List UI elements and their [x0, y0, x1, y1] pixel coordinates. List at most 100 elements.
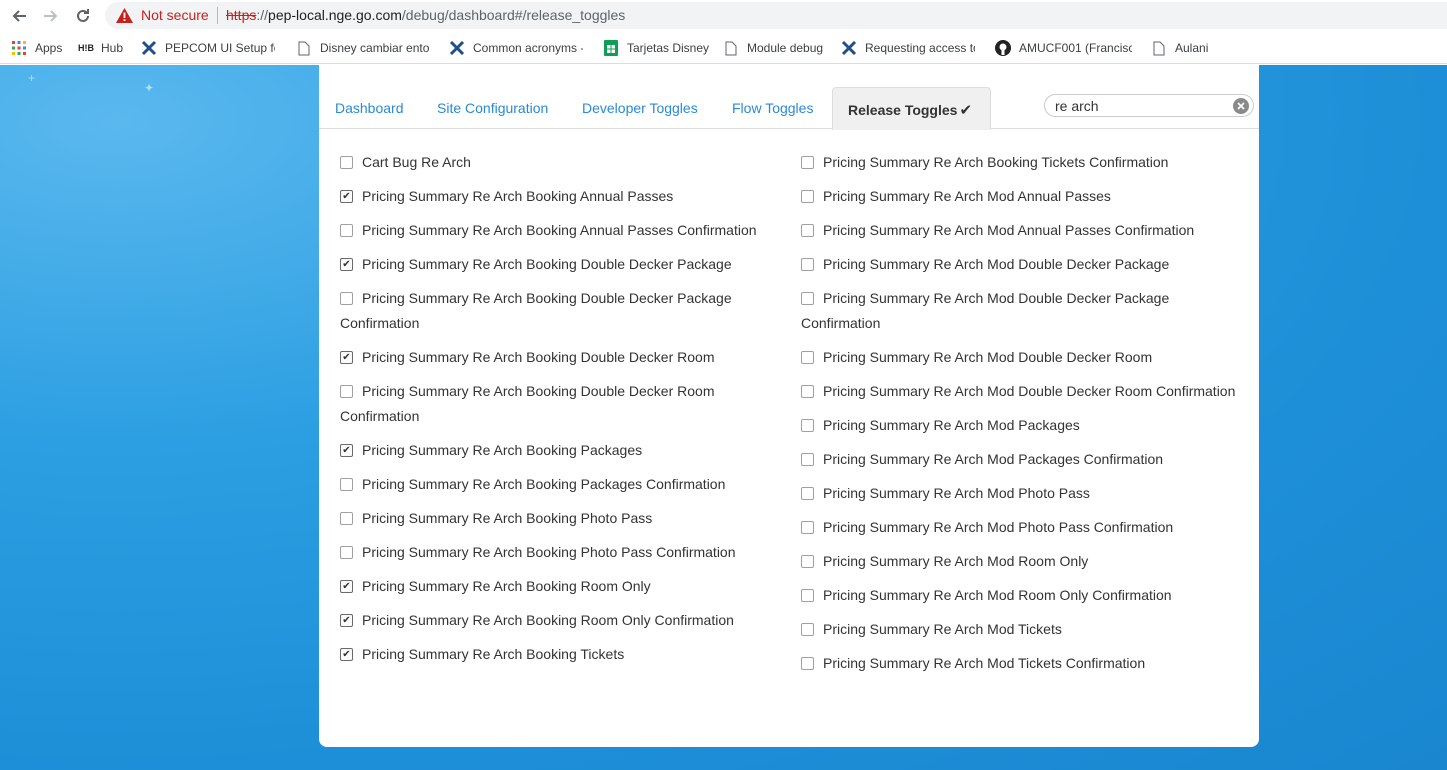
browser-toolbar: Not secure https://pep-local.nge.go.com/…: [0, 0, 1447, 33]
toggle-item[interactable]: Pricing Summary Re Arch Mod Tickets: [801, 617, 1241, 642]
toggle-checkbox[interactable]: [801, 156, 814, 169]
toggle-checkbox[interactable]: [801, 190, 814, 203]
toggle-item[interactable]: Pricing Summary Re Arch Mod Double Decke…: [801, 345, 1241, 370]
toggle-item[interactable]: Pricing Summary Re Arch Booking Packages: [340, 438, 780, 463]
page-background: + ✦ Dashboard Site Configuration Develop…: [0, 65, 1447, 770]
bookmark-amucf001[interactable]: AMUCF001 (Francisc: [995, 39, 1132, 57]
toggle-item[interactable]: Pricing Summary Re Arch Mod Annual Passe…: [801, 184, 1241, 209]
tab-release-toggles[interactable]: Release Toggles ✔: [832, 87, 991, 130]
bookmark-common-acronyms[interactable]: Common acronyms -: [449, 39, 583, 57]
toggle-checkbox[interactable]: [801, 589, 814, 602]
tab-dashboard[interactable]: Dashboard: [335, 100, 404, 116]
toggle-checkbox[interactable]: [801, 657, 814, 670]
not-secure-label[interactable]: Not secure: [141, 7, 209, 23]
toggle-item[interactable]: Pricing Summary Re Arch Mod Double Decke…: [801, 252, 1241, 277]
toggle-label: Pricing Summary Re Arch Booking Annual P…: [362, 222, 757, 238]
toggle-label: Cart Bug Re Arch: [362, 154, 471, 170]
toggle-label: Pricing Summary Re Arch Mod Packages: [823, 417, 1080, 433]
toggle-checkbox[interactable]: [801, 351, 814, 364]
toggle-item[interactable]: Pricing Summary Re Arch Mod Photo Pass: [801, 481, 1241, 506]
tab-flow-toggles[interactable]: Flow Toggles: [732, 100, 813, 116]
toggle-checkbox[interactable]: [340, 614, 353, 627]
toggle-label: Pricing Summary Re Arch Mod Tickets Conf…: [823, 655, 1146, 671]
toggle-item[interactable]: Pricing Summary Re Arch Booking Photo Pa…: [340, 540, 780, 565]
address-bar[interactable]: Not secure https://pep-local.nge.go.com/…: [105, 2, 1447, 29]
toggle-checkbox[interactable]: [340, 546, 353, 559]
confluence-icon: [841, 40, 857, 56]
toggle-item[interactable]: Pricing Summary Re Arch Mod Room Only Co…: [801, 583, 1241, 608]
bookmark-disney-cambiar[interactable]: Disney cambiar ento: [296, 39, 430, 57]
toggle-label: Pricing Summary Re Arch Booking Tickets: [362, 646, 625, 662]
toggle-checkbox[interactable]: [340, 580, 353, 593]
toggle-checkbox[interactable]: [801, 258, 814, 271]
toggle-item[interactable]: Pricing Summary Re Arch Booking Photo Pa…: [340, 506, 780, 531]
page-icon: [1151, 40, 1167, 56]
toggle-item[interactable]: Pricing Summary Re Arch Mod Tickets Conf…: [801, 651, 1241, 676]
toggle-checkbox[interactable]: [801, 623, 814, 636]
toggle-item[interactable]: Pricing Summary Re Arch Booking Double D…: [340, 252, 780, 277]
toggle-checkbox[interactable]: [340, 648, 353, 661]
bookmark-hub[interactable]: H!B Hub: [77, 39, 123, 57]
toggle-label: Pricing Summary Re Arch Mod Double Decke…: [801, 290, 1170, 331]
page-icon: [723, 40, 739, 56]
toggle-checkbox[interactable]: [340, 478, 353, 491]
bookmark-apps[interactable]: Apps: [11, 39, 62, 57]
toggle-item[interactable]: Pricing Summary Re Arch Booking Tickets: [340, 642, 780, 667]
toggle-item[interactable]: Pricing Summary Re Arch Mod Double Decke…: [801, 379, 1241, 404]
search-input[interactable]: [1055, 97, 1225, 115]
toggle-item[interactable]: Pricing Summary Re Arch Booking Double D…: [340, 379, 780, 429]
toggle-checkbox[interactable]: [340, 156, 353, 169]
toggle-checkbox[interactable]: [801, 224, 814, 237]
toggle-item[interactable]: Pricing Summary Re Arch Booking Packages…: [340, 472, 780, 497]
forward-button[interactable]: [38, 4, 64, 28]
toggle-item[interactable]: Pricing Summary Re Arch Mod Photo Pass C…: [801, 515, 1241, 540]
toggle-item[interactable]: Pricing Summary Re Arch Mod Annual Passe…: [801, 218, 1241, 243]
toggle-item[interactable]: Pricing Summary Re Arch Booking Annual P…: [340, 184, 780, 209]
confluence-icon: [141, 40, 157, 56]
toggle-item[interactable]: Pricing Summary Re Arch Mod Double Decke…: [801, 286, 1241, 336]
toggle-item[interactable]: Pricing Summary Re Arch Booking Double D…: [340, 286, 780, 336]
toggle-checkbox[interactable]: [340, 444, 353, 457]
reload-button[interactable]: [70, 4, 96, 28]
bookmark-pepcom[interactable]: PEPCOM UI Setup fo: [141, 39, 275, 57]
github-icon: [995, 40, 1011, 56]
toggle-checkbox[interactable]: [340, 292, 353, 305]
toggle-checkbox[interactable]: [340, 258, 353, 271]
toggle-item[interactable]: Pricing Summary Re Arch Booking Annual P…: [340, 218, 780, 243]
toggle-checkbox[interactable]: [340, 385, 353, 398]
toggle-item[interactable]: Pricing Summary Re Arch Booking Room Onl…: [340, 608, 780, 633]
toggle-item[interactable]: Pricing Summary Re Arch Mod Packages Con…: [801, 447, 1241, 472]
tab-developer-toggles[interactable]: Developer Toggles: [582, 100, 698, 116]
toggle-checkbox[interactable]: [340, 190, 353, 203]
bookmark-label: PEPCOM UI Setup fo: [165, 41, 275, 55]
bookmark-tarjetas-disney[interactable]: Tarjetas Disney: [603, 39, 709, 57]
toggle-checkbox[interactable]: [340, 512, 353, 525]
warning-icon: [116, 8, 133, 23]
clear-search-button[interactable]: [1233, 98, 1249, 114]
toggle-item[interactable]: Pricing Summary Re Arch Mod Room Only: [801, 549, 1241, 574]
toggle-item[interactable]: Pricing Summary Re Arch Booking Room Onl…: [340, 574, 780, 599]
toggle-checkbox[interactable]: [340, 351, 353, 364]
toggle-checkbox[interactable]: [801, 487, 814, 500]
toggle-item[interactable]: Pricing Summary Re Arch Booking Double D…: [340, 345, 780, 370]
toggle-checkbox[interactable]: [340, 224, 353, 237]
toggle-item[interactable]: Pricing Summary Re Arch Mod Packages: [801, 413, 1241, 438]
sparkle-decoration: ✦: [144, 81, 155, 95]
toggle-column-left: Cart Bug Re Arch Pricing Summary Re Arch …: [340, 150, 780, 676]
bookmark-module-debug[interactable]: Module debug: [723, 39, 823, 57]
back-button[interactable]: [6, 4, 32, 28]
bookmark-aulani[interactable]: Aulani: [1151, 39, 1208, 57]
toggle-item[interactable]: Cart Bug Re Arch: [340, 150, 780, 175]
bookmark-requesting-access[interactable]: Requesting access to: [841, 39, 975, 57]
bookmark-label: AMUCF001 (Francisc: [1019, 41, 1132, 55]
toggle-checkbox[interactable]: [801, 521, 814, 534]
toggle-checkbox[interactable]: [801, 385, 814, 398]
toggle-checkbox[interactable]: [801, 419, 814, 432]
search-box: [1044, 94, 1254, 117]
toggle-checkbox[interactable]: [801, 292, 814, 305]
toggle-checkbox[interactable]: [801, 453, 814, 466]
tab-site-configuration[interactable]: Site Configuration: [437, 100, 548, 116]
toggle-item[interactable]: Pricing Summary Re Arch Booking Tickets …: [801, 150, 1241, 175]
url-text[interactable]: https://pep-local.nge.go.com/debug/dashb…: [226, 7, 625, 23]
toggle-checkbox[interactable]: [801, 555, 814, 568]
